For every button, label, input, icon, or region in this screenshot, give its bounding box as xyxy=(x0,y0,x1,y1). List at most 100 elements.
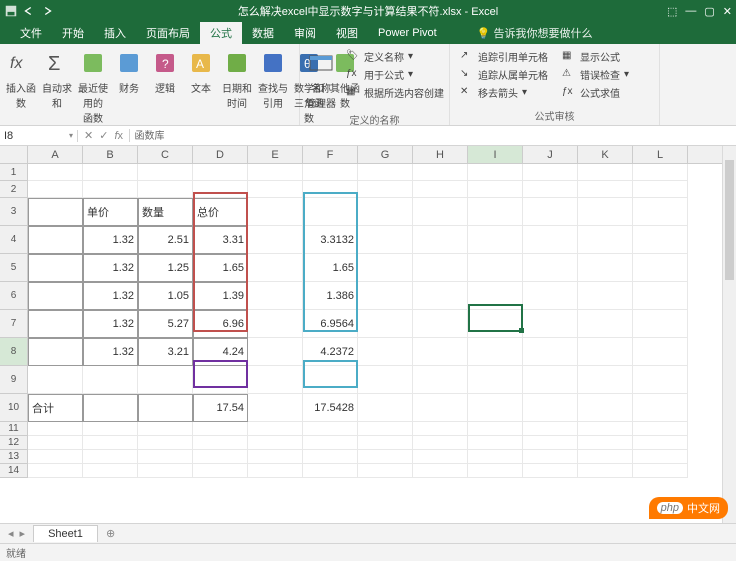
insert-function-button[interactable]: fx 插入函数 xyxy=(4,46,38,112)
cell-K3[interactable] xyxy=(578,198,633,226)
cell-C8[interactable]: 3.21 xyxy=(138,338,193,366)
tab-powerpivot[interactable]: Power Pivot xyxy=(368,24,447,42)
cell-A10[interactable]: 合计 xyxy=(28,394,83,422)
cell-D11[interactable] xyxy=(193,422,248,436)
cell-L12[interactable] xyxy=(633,436,688,450)
enter-icon[interactable]: ✓ xyxy=(99,129,108,142)
cell-A8[interactable] xyxy=(28,338,83,366)
cell-L3[interactable] xyxy=(633,198,688,226)
cell-B4[interactable]: 1.32 xyxy=(83,226,138,254)
tab-insert[interactable]: 插入 xyxy=(94,22,136,44)
cell-H10[interactable] xyxy=(413,394,468,422)
cell-I14[interactable] xyxy=(468,464,523,478)
cell-C14[interactable] xyxy=(138,464,193,478)
col-header-L[interactable]: L xyxy=(633,146,688,163)
tab-view[interactable]: 视图 xyxy=(326,22,368,44)
cell-E5[interactable] xyxy=(248,254,303,282)
add-sheet-button[interactable]: ⊕ xyxy=(98,527,123,540)
cell-E10[interactable] xyxy=(248,394,303,422)
vertical-scrollbar[interactable] xyxy=(722,146,736,523)
row-header-9[interactable]: 9 xyxy=(0,366,28,394)
cell-L1[interactable] xyxy=(633,164,688,181)
cell-A7[interactable] xyxy=(28,310,83,338)
col-header-F[interactable]: F xyxy=(303,146,358,163)
cell-D4[interactable]: 3.31 xyxy=(193,226,248,254)
cell-D10[interactable]: 17.54 xyxy=(193,394,248,422)
worksheet-grid[interactable]: ABCDEFGHIJKL 123单价数量总价41.322.513.313.313… xyxy=(0,146,736,478)
error-checking-button[interactable]: ⚠错误检查 ▾ xyxy=(558,66,633,83)
cell-K11[interactable] xyxy=(578,422,633,436)
row-header-12[interactable]: 12 xyxy=(0,436,28,450)
cell-D2[interactable] xyxy=(193,181,248,198)
cell-F13[interactable] xyxy=(303,450,358,464)
cell-E13[interactable] xyxy=(248,450,303,464)
cell-C10[interactable] xyxy=(138,394,193,422)
cell-H14[interactable] xyxy=(413,464,468,478)
cell-D3[interactable]: 总价 xyxy=(193,198,248,226)
cell-J7[interactable] xyxy=(523,310,578,338)
show-formulas-button[interactable]: ▦显示公式 xyxy=(558,48,633,65)
cell-L11[interactable] xyxy=(633,422,688,436)
cell-E2[interactable] xyxy=(248,181,303,198)
cell-G14[interactable] xyxy=(358,464,413,478)
lookup-button[interactable]: 查找与引用 xyxy=(256,46,290,112)
autosum-button[interactable]: Σ 自动求和 xyxy=(40,46,74,112)
col-header-K[interactable]: K xyxy=(578,146,633,163)
cell-K9[interactable] xyxy=(578,366,633,394)
cell-D9[interactable] xyxy=(193,366,248,394)
select-all-corner[interactable] xyxy=(0,146,28,163)
col-header-G[interactable]: G xyxy=(358,146,413,163)
use-in-formula-button[interactable]: ƒx用于公式 ▾ xyxy=(342,66,448,83)
cell-I7[interactable] xyxy=(468,310,523,338)
cell-D1[interactable] xyxy=(193,164,248,181)
cell-I1[interactable] xyxy=(468,164,523,181)
cell-C1[interactable] xyxy=(138,164,193,181)
row-header-13[interactable]: 13 xyxy=(0,450,28,464)
cell-A14[interactable] xyxy=(28,464,83,478)
cell-K8[interactable] xyxy=(578,338,633,366)
cell-J12[interactable] xyxy=(523,436,578,450)
col-header-I[interactable]: I xyxy=(468,146,523,163)
cell-E1[interactable] xyxy=(248,164,303,181)
cell-B11[interactable] xyxy=(83,422,138,436)
cell-L10[interactable] xyxy=(633,394,688,422)
undo-icon[interactable] xyxy=(22,4,36,18)
cell-I3[interactable] xyxy=(468,198,523,226)
cell-K4[interactable] xyxy=(578,226,633,254)
cell-H2[interactable] xyxy=(413,181,468,198)
cell-K6[interactable] xyxy=(578,282,633,310)
cell-D5[interactable]: 1.65 xyxy=(193,254,248,282)
cell-E7[interactable] xyxy=(248,310,303,338)
cell-J10[interactable] xyxy=(523,394,578,422)
cell-E11[interactable] xyxy=(248,422,303,436)
cell-G4[interactable] xyxy=(358,226,413,254)
row-header-4[interactable]: 4 xyxy=(0,226,28,254)
cell-G13[interactable] xyxy=(358,450,413,464)
cell-J11[interactable] xyxy=(523,422,578,436)
cell-H5[interactable] xyxy=(413,254,468,282)
cell-L6[interactable] xyxy=(633,282,688,310)
row-header-10[interactable]: 10 xyxy=(0,394,28,422)
tab-formulas[interactable]: 公式 xyxy=(200,22,242,44)
cell-A11[interactable] xyxy=(28,422,83,436)
cell-L9[interactable] xyxy=(633,366,688,394)
cell-K13[interactable] xyxy=(578,450,633,464)
cell-C3[interactable]: 数量 xyxy=(138,198,193,226)
cell-D12[interactable] xyxy=(193,436,248,450)
cell-J4[interactable] xyxy=(523,226,578,254)
cell-D13[interactable] xyxy=(193,450,248,464)
cell-K10[interactable] xyxy=(578,394,633,422)
financial-button[interactable]: 财务 xyxy=(112,46,146,97)
cell-H9[interactable] xyxy=(413,366,468,394)
cell-C6[interactable]: 1.05 xyxy=(138,282,193,310)
cell-F7[interactable]: 6.9564 xyxy=(303,310,358,338)
col-header-H[interactable]: H xyxy=(413,146,468,163)
cell-E12[interactable] xyxy=(248,436,303,450)
row-header-2[interactable]: 2 xyxy=(0,181,28,198)
cell-C12[interactable] xyxy=(138,436,193,450)
sheet-nav-next-icon[interactable]: ▸ xyxy=(20,527,26,540)
cell-A5[interactable] xyxy=(28,254,83,282)
row-header-8[interactable]: 8 xyxy=(0,338,28,366)
cell-A12[interactable] xyxy=(28,436,83,450)
cell-C13[interactable] xyxy=(138,450,193,464)
